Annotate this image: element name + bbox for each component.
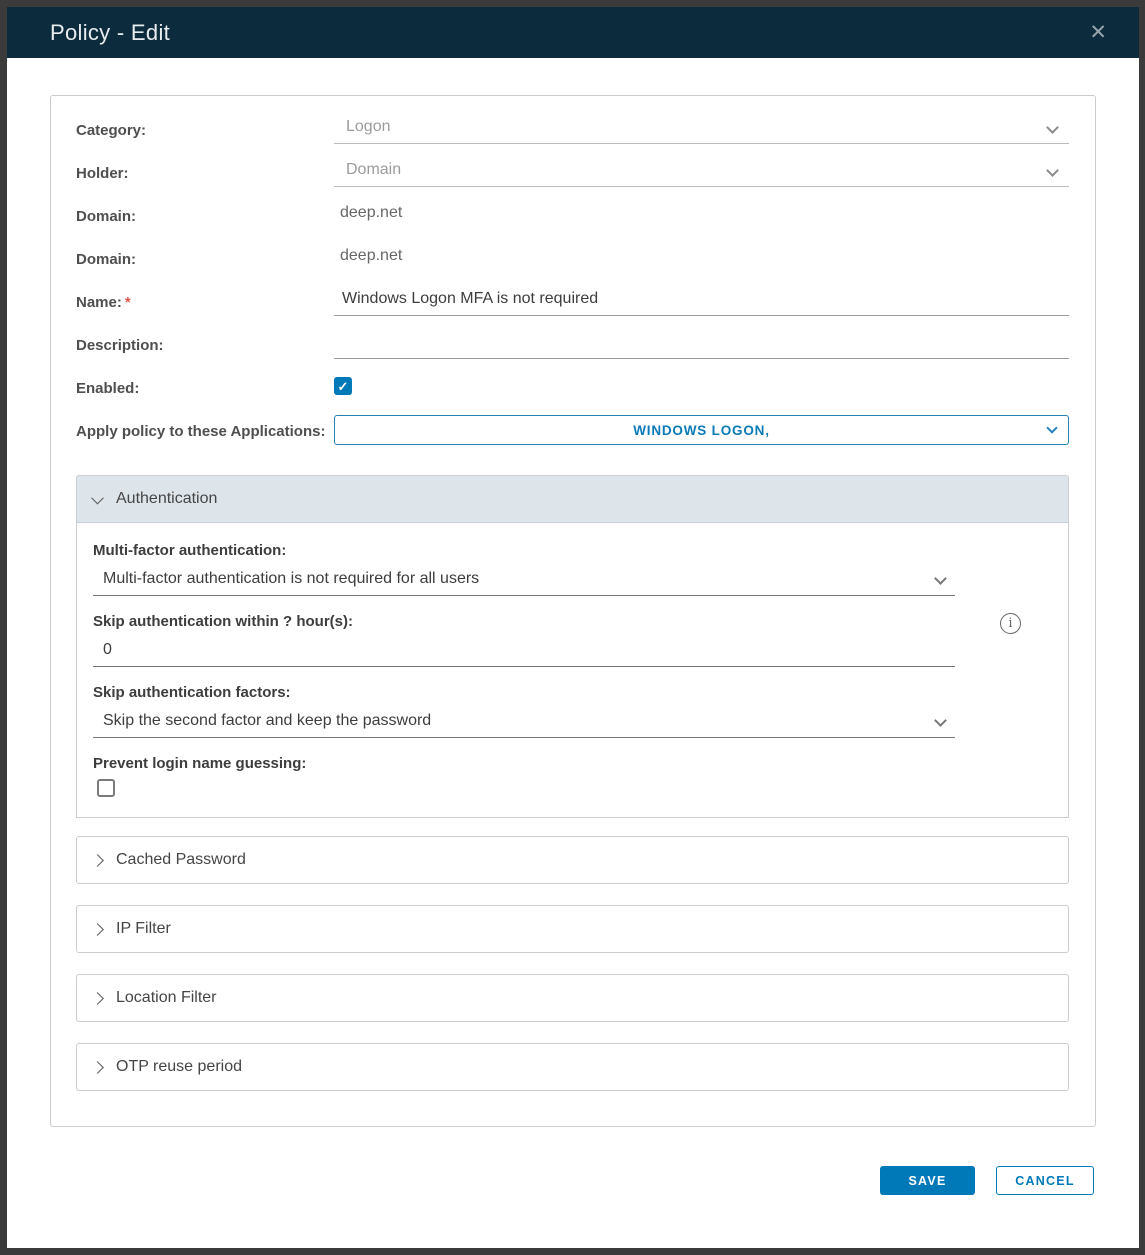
form-row-domain-1: Domain: deep.net — [76, 200, 1069, 230]
applications-select[interactable]: WINDOWS LOGON, — [334, 415, 1069, 445]
domain-label-2: Domain: — [76, 243, 334, 273]
cancel-button[interactable]: CANCEL — [996, 1166, 1094, 1195]
holder-value: Domain — [346, 161, 401, 178]
dialog-header: Policy - Edit ✕ — [7, 7, 1139, 58]
description-input[interactable] — [334, 329, 1069, 359]
chevron-down-icon — [1046, 121, 1059, 134]
skip-factors-select[interactable]: Skip the second factor and keep the pass… — [93, 708, 955, 738]
skip-hours-input[interactable] — [93, 637, 955, 667]
domain-value-2: deep.net — [334, 243, 1069, 273]
location-filter-section: Location Filter — [76, 974, 1069, 1022]
chevron-down-icon — [934, 714, 947, 727]
domain-label-1: Domain: — [76, 200, 334, 230]
mfa-label: Multi-factor authentication: — [93, 539, 955, 563]
dialog-footer: SAVE CANCEL — [7, 1166, 1094, 1195]
chevron-down-icon — [91, 491, 104, 504]
category-label: Category: — [76, 114, 334, 144]
form-row-name: Name:* — [76, 286, 1069, 316]
name-input[interactable] — [334, 286, 1069, 316]
applications-label: Apply policy to these Applications: — [76, 415, 334, 445]
skip-factors-field: Skip authentication factors: Skip the se… — [93, 681, 955, 738]
holder-label: Holder: — [76, 157, 334, 187]
prevent-guessing-checkbox[interactable] — [97, 779, 115, 797]
ip-filter-section: IP Filter — [76, 905, 1069, 953]
policy-form-card: Category: Logon Holder: Domain Domain: d… — [50, 95, 1096, 1127]
authentication-panel: Multi-factor authentication: Multi-facto… — [76, 523, 1069, 818]
form-row-holder: Holder: Domain — [76, 157, 1069, 187]
category-value: Logon — [346, 118, 391, 135]
chevron-right-icon — [91, 1061, 104, 1074]
cached-password-section: Cached Password — [76, 836, 1069, 884]
enabled-label: Enabled: — [76, 372, 334, 402]
location-filter-title: Location Filter — [116, 989, 217, 1007]
authentication-section: Authentication Multi-factor authenticati… — [76, 475, 1069, 818]
skip-hours-label: Skip authentication within ? hour(s): — [93, 610, 955, 634]
form-row-enabled: Enabled: ✓ — [76, 372, 1069, 402]
enabled-checkbox[interactable]: ✓ — [334, 377, 352, 395]
chevron-right-icon — [91, 854, 104, 867]
close-icon[interactable]: ✕ — [1085, 18, 1111, 47]
authentication-accordion-header[interactable]: Authentication — [76, 475, 1069, 523]
otp-reuse-period-title: OTP reuse period — [116, 1058, 242, 1076]
mfa-select[interactable]: Multi-factor authentication is not requi… — [93, 566, 955, 596]
ip-filter-title: IP Filter — [116, 920, 171, 938]
category-select[interactable]: Logon — [334, 114, 1069, 144]
mfa-value: Multi-factor authentication is not requi… — [103, 570, 479, 587]
chevron-down-icon — [1046, 164, 1059, 177]
form-row-applications: Apply policy to these Applications: WIND… — [76, 415, 1069, 445]
form-row-category: Category: Logon — [76, 114, 1069, 144]
name-label: Name:* — [76, 286, 334, 316]
required-asterisk: * — [125, 294, 131, 311]
otp-reuse-period-accordion-header[interactable]: OTP reuse period — [76, 1043, 1069, 1091]
ip-filter-accordion-header[interactable]: IP Filter — [76, 905, 1069, 953]
chevron-right-icon — [91, 992, 104, 1005]
description-label: Description: — [76, 329, 334, 359]
authentication-title: Authentication — [116, 490, 217, 508]
form-row-domain-2: Domain: deep.net — [76, 243, 1069, 273]
skip-factors-label: Skip authentication factors: — [93, 681, 955, 705]
form-row-description: Description: — [76, 329, 1069, 359]
save-button[interactable]: SAVE — [880, 1166, 975, 1195]
chevron-right-icon — [91, 923, 104, 936]
prevent-guessing-label: Prevent login name guessing: — [93, 752, 955, 776]
domain-value-1: deep.net — [334, 200, 1069, 230]
cached-password-title: Cached Password — [116, 851, 246, 869]
info-icon[interactable]: i — [1000, 613, 1021, 634]
policy-edit-dialog: Policy - Edit ✕ Category: Logon Holder: … — [7, 7, 1139, 1248]
skip-factors-value: Skip the second factor and keep the pass… — [103, 712, 431, 729]
chevron-down-icon — [1046, 422, 1057, 433]
holder-select[interactable]: Domain — [334, 157, 1069, 187]
dialog-title: Policy - Edit — [50, 20, 1085, 46]
cached-password-accordion-header[interactable]: Cached Password — [76, 836, 1069, 884]
mfa-field: Multi-factor authentication: Multi-facto… — [93, 539, 955, 596]
prevent-guessing-field: Prevent login name guessing: — [93, 752, 955, 797]
otp-reuse-period-section: OTP reuse period — [76, 1043, 1069, 1091]
skip-hours-field: Skip authentication within ? hour(s): i — [93, 610, 955, 667]
applications-value: WINDOWS LOGON, — [633, 423, 770, 438]
chevron-down-icon — [934, 572, 947, 585]
checkmark-icon: ✓ — [338, 380, 349, 393]
location-filter-accordion-header[interactable]: Location Filter — [76, 974, 1069, 1022]
